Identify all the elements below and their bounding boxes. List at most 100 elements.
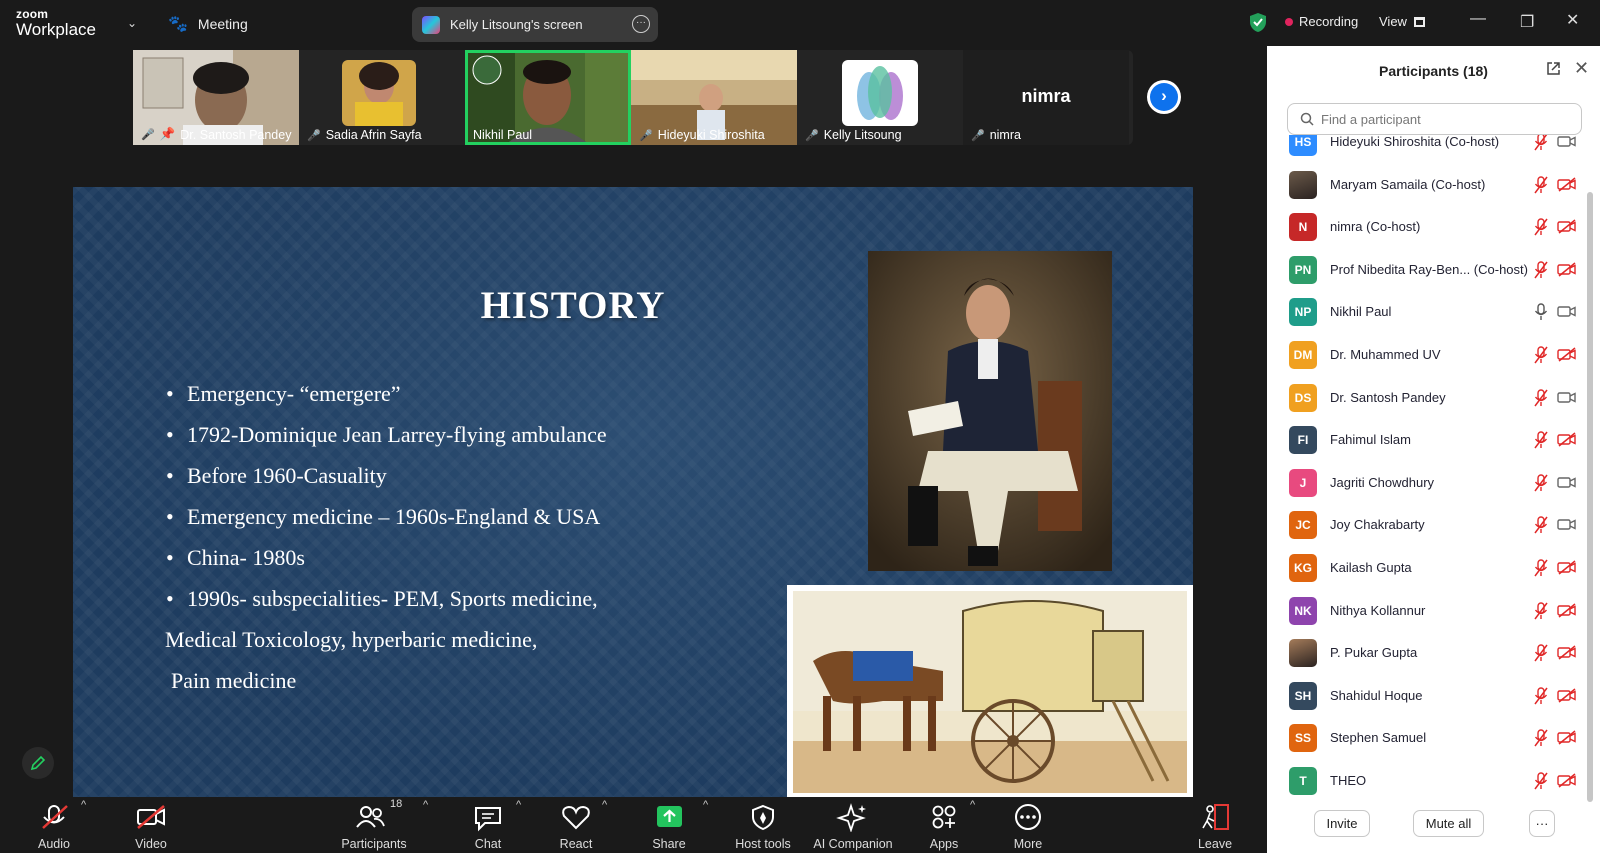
security-shield-icon[interactable] <box>1249 12 1267 33</box>
mic-muted-icon[interactable] <box>1533 218 1549 236</box>
recording-indicator[interactable]: Recording <box>1285 14 1358 29</box>
mic-muted-icon[interactable] <box>1533 135 1549 151</box>
video-icon[interactable] <box>1557 517 1577 532</box>
video-icon[interactable] <box>1557 135 1577 149</box>
next-page-button[interactable]: › <box>1147 80 1181 114</box>
mic-muted-icon[interactable] <box>1533 601 1549 620</box>
video-off-icon[interactable] <box>1557 219 1577 234</box>
meeting-paw-icon: 🐾 <box>168 16 188 33</box>
video-off-icon[interactable] <box>1557 603 1577 618</box>
chat-options-caret[interactable]: ^ <box>516 799 521 811</box>
mic-muted-icon[interactable] <box>1533 644 1549 662</box>
find-participant-input[interactable]: Find a participant <box>1287 103 1582 135</box>
mic-muted-icon[interactable] <box>1533 687 1549 705</box>
mic-muted-icon[interactable] <box>1533 516 1549 534</box>
mic-muted-icon[interactable] <box>1533 175 1549 194</box>
participant-name: Dr. Muhammed UV <box>1330 347 1441 362</box>
chat-label: Chat <box>474 837 502 851</box>
mic-muted-icon[interactable] <box>1533 729 1549 747</box>
video-thumbnail[interactable]: 🎤 Kelly Litsoung <box>797 50 963 145</box>
video-off-icon[interactable] <box>1557 560 1577 575</box>
apps-button[interactable]: Apps <box>899 797 989 853</box>
invite-button[interactable]: Invite <box>1314 810 1370 837</box>
view-button[interactable]: View <box>1379 14 1425 29</box>
participant-row[interactable]: P. Pukar Gupta <box>1267 634 1587 676</box>
video-off-icon[interactable] <box>1557 773 1577 788</box>
share-button[interactable]: Share <box>624 797 714 853</box>
participant-name: Stephen Samuel <box>1330 730 1427 746</box>
participant-row[interactable]: Nnimra (Co-host) <box>1267 208 1587 250</box>
participant-row[interactable]: PN Prof Nibedita Ray-Ben... (Co-host) <box>1267 251 1587 293</box>
minimize-icon[interactable]: — <box>1470 10 1486 28</box>
participant-row[interactable]: HS Hideyuki Shiroshita (Co-host) <box>1267 135 1587 165</box>
close-window-icon[interactable]: ✕ <box>1566 10 1579 30</box>
participant-row[interactable]: NK Nithya Kollannur <box>1267 592 1587 634</box>
host-tools-button[interactable]: Host tools <box>718 797 808 853</box>
participant-avatar: DM <box>1289 341 1317 369</box>
video-off-icon[interactable] <box>1557 730 1577 745</box>
react-button[interactable]: React <box>531 797 621 853</box>
participant-row[interactable]: SH Shahidul Hoque <box>1267 677 1587 719</box>
video-off-icon[interactable] <box>1557 688 1577 703</box>
mic-muted-icon[interactable] <box>1533 772 1549 790</box>
video-off-icon[interactable] <box>1557 432 1577 447</box>
zoom-workplace-logo[interactable]: zoom Workplace <box>16 8 96 38</box>
apps-options-caret[interactable]: ^ <box>970 799 975 811</box>
annotate-pen-button[interactable] <box>22 747 54 779</box>
mic-muted-icon[interactable] <box>1533 261 1549 279</box>
mic-muted-icon[interactable] <box>1533 388 1549 407</box>
slide-bullet: Before 1960-Casuality <box>166 455 607 496</box>
video-off-icon[interactable] <box>1557 177 1577 192</box>
mic-icon[interactable] <box>1533 303 1549 321</box>
participants-options-caret[interactable]: ^ <box>423 799 428 811</box>
participant-row[interactable]: J Jagriti Chowdhury <box>1267 464 1587 506</box>
participant-row[interactable]: KG Kailash Gupta <box>1267 549 1587 591</box>
video-off-icon[interactable] <box>1557 262 1577 277</box>
more-options-icon[interactable]: ··· <box>632 15 650 33</box>
participant-row[interactable]: NP Nikhil Paul <box>1267 293 1587 335</box>
video-button[interactable]: Video <box>106 797 196 853</box>
mic-muted-icon[interactable] <box>1533 474 1549 492</box>
video-thumbnail[interactable]: 🎤 📌 Dr. Santosh Pandey <box>133 50 299 145</box>
participant-row[interactable]: JC Joy Chakrabarty <box>1267 506 1587 548</box>
close-panel-icon[interactable]: ✕ <box>1574 58 1589 79</box>
mic-muted-icon[interactable] <box>1533 559 1549 577</box>
audio-options-caret[interactable]: ^ <box>81 799 86 811</box>
chevron-down-icon[interactable]: ⌄ <box>127 16 137 30</box>
participant-name: Dr. Santosh Pandey <box>1330 389 1446 405</box>
more-button[interactable]: More <box>983 797 1073 853</box>
participants-button[interactable]: Participants <box>328 797 420 853</box>
mic-muted-icon: 🎤 <box>639 129 653 142</box>
react-options-caret[interactable]: ^ <box>602 799 607 811</box>
mute-all-button[interactable]: Mute all <box>1413 810 1484 837</box>
restore-icon[interactable]: ❐ <box>1520 12 1534 32</box>
video-off-icon[interactable] <box>1557 645 1577 660</box>
share-options-caret[interactable]: ^ <box>703 799 708 811</box>
participant-row[interactable]: FI Fahimul Islam <box>1267 421 1587 463</box>
participant-row[interactable]: SS Stephen Samuel <box>1267 719 1587 761</box>
participant-row[interactable]: Maryam Samaila (Co-host) <box>1267 166 1587 208</box>
participant-row[interactable]: DS Dr. Santosh Pandey <box>1267 379 1587 421</box>
heart-icon <box>562 805 590 830</box>
video-thumbnail-active-speaker[interactable]: Nikhil Paul <box>465 50 631 145</box>
video-icon[interactable] <box>1557 304 1577 319</box>
video-thumbnail[interactable]: 🎤 Hideyuki Shiroshita <box>631 50 797 145</box>
leave-button[interactable]: Leave <box>1170 797 1260 853</box>
video-icon[interactable] <box>1557 390 1577 405</box>
video-icon[interactable] <box>1557 475 1577 490</box>
pop-out-icon[interactable] <box>1546 61 1561 76</box>
apps-grid-icon <box>932 805 956 829</box>
video-off-icon[interactable] <box>1557 347 1577 362</box>
participant-row[interactable]: T THEO <box>1267 762 1587 804</box>
mic-muted-icon[interactable] <box>1533 431 1549 449</box>
screen-share-pill[interactable]: Kelly Litsoung's screen ··· <box>412 7 658 42</box>
mic-muted-icon[interactable] <box>1533 346 1549 364</box>
video-thumbnail[interactable]: nimra 🎤 nimra <box>963 50 1129 145</box>
meeting-menu-button[interactable]: 🐾 Meeting <box>168 14 248 34</box>
ai-companion-button[interactable]: AI Companion <box>807 797 899 853</box>
slide-bullet-continuation: Pain medicine <box>171 668 297 693</box>
participant-list-scrollbar[interactable] <box>1587 192 1593 802</box>
video-thumbnail[interactable]: 🎤 Sadia Afrin Sayfa <box>299 50 465 145</box>
panel-more-button[interactable]: ··· <box>1529 810 1555 837</box>
participant-row[interactable]: DM Dr. Muhammed UV <box>1267 336 1587 378</box>
